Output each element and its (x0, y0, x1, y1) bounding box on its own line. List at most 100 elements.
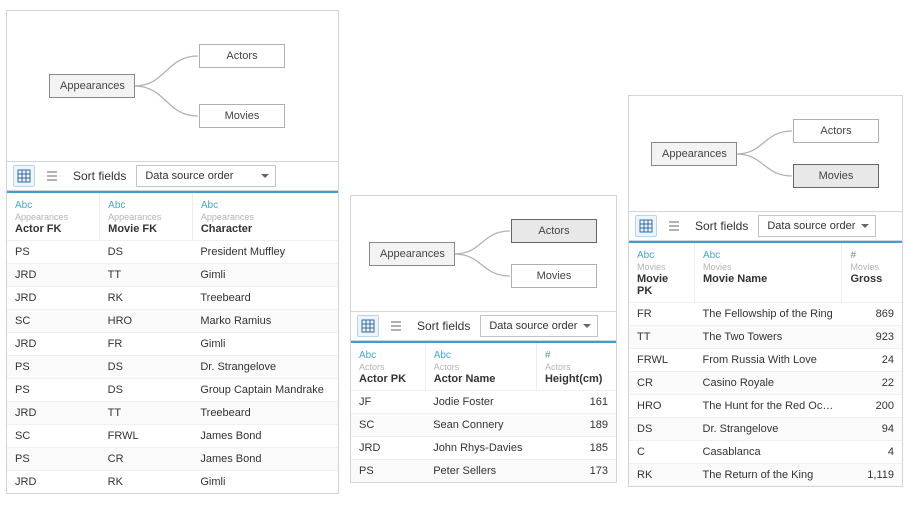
table-row[interactable]: JRDJohn Rhys-Davies185 (351, 437, 616, 460)
table-row[interactable]: JRDTTGimli (7, 264, 338, 287)
data-grid: Abc Movies Movie PK Abc Movies Movie Nam… (629, 243, 902, 486)
type-num-icon: # (850, 250, 856, 261)
cell: JRD (7, 402, 100, 425)
grid-view-icon[interactable] (357, 315, 379, 337)
col-source: Actors (545, 362, 608, 372)
cell: FRWL (629, 349, 695, 372)
col-header[interactable]: # Movies Gross (842, 243, 902, 303)
table-row[interactable]: RKThe Return of the King1,119 (629, 464, 902, 487)
cell: Dr. Strangelove (695, 418, 842, 441)
cell: RK (629, 464, 695, 487)
cell: James Bond (192, 425, 338, 448)
col-header[interactable]: Abc Movies Movie PK (629, 243, 695, 303)
relationship-diagram: Appearances Actors Movies (629, 96, 902, 211)
node-movies[interactable]: Movies (199, 104, 285, 128)
sort-label: Sort fields (695, 219, 748, 233)
cell: DS (100, 379, 193, 402)
node-actors[interactable]: Actors (793, 119, 879, 143)
list-view-icon[interactable] (41, 165, 63, 187)
node-label: Actors (538, 225, 569, 237)
node-appearances[interactable]: Appearances (369, 242, 455, 266)
cell: Casablanca (695, 441, 842, 464)
sort-label: Sort fields (73, 169, 126, 183)
table-row[interactable]: JRDRKGimli (7, 471, 338, 494)
table-row[interactable]: PSDSDr. Strangelove (7, 356, 338, 379)
cell: PS (351, 460, 425, 483)
table-row[interactable]: JFJodie Foster161 (351, 391, 616, 414)
table-row[interactable]: PSDSPresident Muffley (7, 241, 338, 264)
node-appearances[interactable]: Appearances (651, 142, 737, 166)
col-title: Movie PK (637, 273, 686, 300)
table-row[interactable]: SCHROMarko Ramius (7, 310, 338, 333)
table-row[interactable]: DSDr. Strangelove94 (629, 418, 902, 441)
cell: 1,119 (842, 464, 902, 487)
col-header[interactable]: # Actors Height(cm) (536, 343, 616, 391)
col-source: Actors (359, 362, 417, 372)
cell: Jodie Foster (425, 391, 536, 414)
col-header[interactable]: Abc Appearances Character (192, 193, 338, 241)
cell: JRD (351, 437, 425, 460)
cell: James Bond (192, 448, 338, 471)
data-grid: Abc Appearances Actor FK Abc Appearances… (7, 193, 338, 493)
type-abc-icon: Abc (108, 200, 125, 211)
table-row[interactable]: JRDTTTreebeard (7, 402, 338, 425)
table-row[interactable]: SCSean Connery189 (351, 414, 616, 437)
table-row[interactable]: CRCasino Royale22 (629, 372, 902, 395)
cell: TT (100, 264, 193, 287)
table-row[interactable]: HROThe Hunt for the Red October200 (629, 395, 902, 418)
table-row[interactable]: JRDFRGimli (7, 333, 338, 356)
cell: JRD (7, 287, 100, 310)
panel-appearances: Appearances Actors Movies Sort fields Da… (6, 10, 339, 494)
cell: 24 (842, 349, 902, 372)
cell: John Rhys-Davies (425, 437, 536, 460)
table-row[interactable]: FRWLFrom Russia With Love24 (629, 349, 902, 372)
grid-view-icon[interactable] (635, 215, 657, 237)
cell: DS (100, 356, 193, 379)
col-header[interactable]: Abc Appearances Movie FK (100, 193, 193, 241)
table-row[interactable]: FRThe Fellowship of the Ring869 (629, 303, 902, 326)
table-row[interactable]: CCasablanca4 (629, 441, 902, 464)
sort-select[interactable]: Data source order (758, 215, 876, 237)
cell: President Muffley (192, 241, 338, 264)
cell: C (629, 441, 695, 464)
node-actors[interactable]: Actors (199, 44, 285, 68)
sort-select[interactable]: Data source order (136, 165, 276, 187)
col-title: Gross (850, 273, 894, 288)
cell: 200 (842, 395, 902, 418)
table-row[interactable]: PSPeter Sellers173 (351, 460, 616, 483)
cell: 189 (536, 414, 616, 437)
table-row[interactable]: SCFRWLJames Bond (7, 425, 338, 448)
cell: Sean Connery (425, 414, 536, 437)
table-row[interactable]: TTThe Two Towers923 (629, 326, 902, 349)
sort-value: Data source order (489, 320, 577, 332)
cell: FRWL (100, 425, 193, 448)
col-title: Movie FK (108, 223, 184, 238)
table-row[interactable]: PSCRJames Bond (7, 448, 338, 471)
cell: RK (100, 287, 193, 310)
node-appearances[interactable]: Appearances (49, 74, 135, 98)
cell: 161 (536, 391, 616, 414)
list-view-icon[interactable] (385, 315, 407, 337)
sort-label: Sort fields (417, 319, 470, 333)
list-view-icon[interactable] (663, 215, 685, 237)
table-row[interactable]: JRDRKTreebeard (7, 287, 338, 310)
col-header[interactable]: Abc Actors Actor Name (425, 343, 536, 391)
col-header[interactable]: Abc Actors Actor PK (351, 343, 425, 391)
node-label: Appearances (380, 248, 445, 260)
node-actors[interactable]: Actors (511, 219, 597, 243)
cell: TT (629, 326, 695, 349)
col-header[interactable]: Abc Movies Movie Name (695, 243, 842, 303)
col-title: Actor Name (434, 373, 528, 388)
node-movies[interactable]: Movies (511, 264, 597, 288)
cell: HRO (629, 395, 695, 418)
grid-view-icon[interactable] (13, 165, 35, 187)
node-movies[interactable]: Movies (793, 164, 879, 188)
sort-select[interactable]: Data source order (480, 315, 598, 337)
col-source: Movies (703, 262, 833, 272)
node-label: Movies (537, 270, 572, 282)
grid-toolbar: Sort fields Data source order (351, 311, 616, 341)
cell: PS (7, 448, 100, 471)
col-header[interactable]: Abc Appearances Actor FK (7, 193, 100, 241)
table-row[interactable]: PSDSGroup Captain Mandrake (7, 379, 338, 402)
col-source: Appearances (201, 212, 330, 222)
